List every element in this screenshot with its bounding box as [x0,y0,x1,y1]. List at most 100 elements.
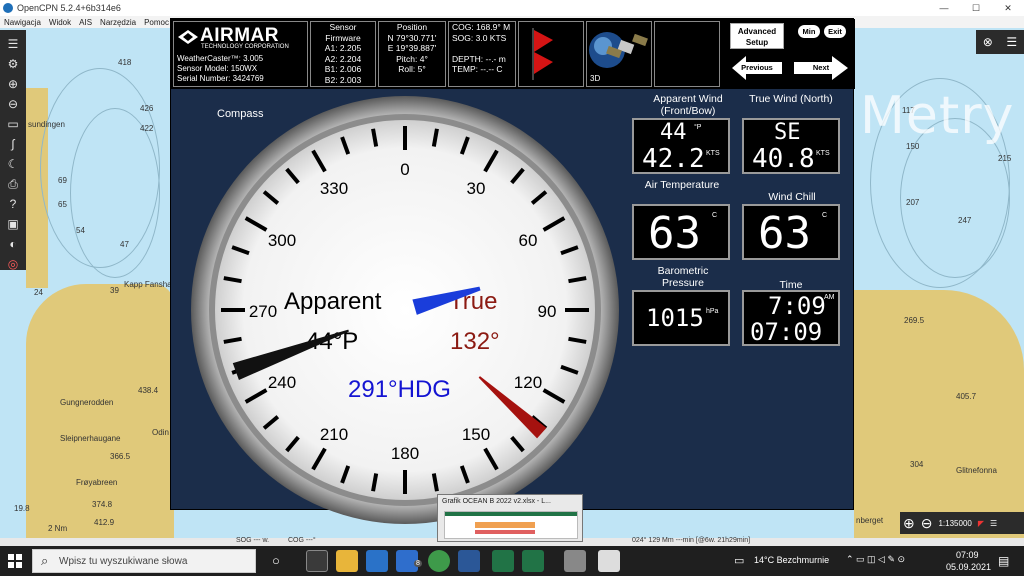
place-name: Odin [152,428,169,437]
flag-button[interactable] [518,21,584,87]
air-temp-label: Air Temperature [644,179,720,191]
wind-compass-gauge: 0 30 60 90 120 150 180 210 240 270 300 330 Apparent… [191,96,619,524]
ship-icon[interactable]: ◤ [978,519,984,528]
lifebuoy-icon[interactable]: ◎ [4,255,22,273]
zoom-in-icon[interactable]: ⊕ [4,75,22,93]
air-temp-unit: C [712,212,718,219]
clock-date[interactable]: 05.09.2021 [946,562,991,572]
print-icon[interactable]: ⎙ [4,175,22,193]
panel-header: AIRMAR TECHNOLOGY CORPORATION WeatherCas… [171,19,855,89]
previous-label: Previous [741,63,773,72]
apparent-wind-speed-unit: KTS [706,150,720,157]
tide-icon[interactable]: ☾ [4,155,22,173]
depth-sounding: 54 [76,226,85,235]
scale-label: 1:135000 [938,518,972,528]
weather-icon: ▭ [734,555,745,567]
menu-pomoc[interactable]: Pomoc [144,18,169,27]
brand-subtitle: TECHNOLOGY CORPORATION [201,44,289,50]
time-ampm: AM [824,294,835,301]
taskbar-app-other[interactable] [598,550,620,572]
sog-line: SOG: 3.0 KTS [452,32,507,43]
help-icon[interactable]: ? [4,195,22,213]
3d-view-button[interactable]: 3D [586,21,652,87]
gauge-tick-label: 150 [462,425,490,444]
menu-icon[interactable]: ☰ [4,35,22,53]
dashboard-icon[interactable]: ◐ [4,235,22,253]
heading-text: 291°HDG [348,376,451,403]
taskbar-preview[interactable]: Grafik OCEAN B 2022 v2.xlsx - L... [437,494,583,542]
depth-sounding: 418 [118,58,132,67]
route-icon[interactable]: ∫ [4,135,22,153]
compass-rose-icon[interactable]: ⊗ [983,35,993,49]
weather-text[interactable]: 14°C Bezchmurnie [754,555,829,565]
exit-button[interactable]: Exit [824,25,846,38]
taskbar-search[interactable]: ⌕ Wpisz tu wyszukiwane słowa [32,549,256,573]
start-button[interactable] [8,554,22,568]
next-button[interactable]: Next [792,53,850,83]
min-button[interactable]: Min [798,25,820,38]
menu-icon[interactable]: ☰ [990,519,997,528]
zoom-in-icon[interactable]: ⊕ [903,515,915,532]
menu-ais[interactable]: AIS [79,18,92,27]
task-view-icon[interactable]: ○ [272,553,280,568]
previous-button[interactable]: Previous [730,53,784,83]
place-name: Sleipnerhaugane [60,434,121,443]
search-icon: ⌕ [41,553,49,568]
gauge-tick-label: 90 [538,302,557,321]
true-wind-direction: SE [774,120,801,145]
position-line: Pitch: 4° [396,53,428,64]
opencpn-icon [3,3,13,13]
wind-chill-display: 63 C [742,204,840,260]
taskbar-app-1[interactable] [306,550,328,572]
airmar-logo-block: AIRMAR TECHNOLOGY CORPORATION WeatherCas… [173,21,308,87]
depth-contour [70,108,160,278]
chart-icon[interactable]: ▭ [4,115,22,133]
tray-icons[interactable]: ⌃ ▭ ◫ ◁ ✎ ⊙ [846,554,905,565]
baro-unit: hPa [706,308,719,315]
taskbar-app-opencpn[interactable] [564,550,586,572]
menu-nawigacja[interactable]: Nawigacja [4,18,41,27]
airmar-logo-icon [178,30,198,44]
preview-title: Grafik OCEAN B 2022 v2.xlsx - L... [442,498,551,505]
position-line: N 79°30.771' [387,32,437,43]
place-name: Frøyabreen [76,478,118,487]
position-block: Position N 79°30.771' E 19°39.887' Pitch… [378,21,446,87]
search-placeholder: Wpisz tu wyszukiwane słowa [59,556,188,567]
menu-icon[interactable]: ☰ [1006,35,1017,49]
gauge-tick-label: 210 [320,425,348,444]
zoom-out-icon[interactable]: ⊖ [921,515,933,532]
taskbar-app-excel-2[interactable] [522,550,544,572]
true-wind-speed: 40.8 [752,144,815,174]
apparent-wind-display: 44 °P 42.2 KTS [632,118,730,174]
true-wind-label: True Wind (North) [749,93,833,105]
menu-narzedzia[interactable]: Narzędzia [100,18,136,27]
gauge-tick-label: 0 [400,160,409,179]
depth-sounding: 39 [110,286,119,295]
nav-controls: Advanced Setup Min Exit Previous Next [722,21,854,87]
taskbar-app-explorer[interactable] [336,550,358,572]
notification-icon[interactable]: ▤ [998,554,1009,568]
taskbar-app-chrome[interactable] [428,550,450,572]
settings-icon[interactable]: ⚙ [4,55,22,73]
depth-sounding: 304 [910,460,924,469]
baro-label: Barometric Pressure [657,265,709,289]
zoom-out-icon[interactable]: ⊖ [4,95,22,113]
clock-time[interactable]: 07:09 [956,550,979,560]
close-button[interactable]: ✕ [992,0,1024,16]
taskbar-app-excel[interactable] [492,550,514,572]
apparent-wind-label: Apparent Wind (Front/Bow) [653,93,723,117]
true-value: 132° [450,328,500,355]
firmware-line: A1: 2.205 [324,43,362,53]
advanced-setup-button[interactable]: Advanced Setup [730,23,784,49]
spot-height: 438.4 [138,386,159,395]
photo-icon[interactable]: ▣ [4,215,22,233]
spot-height: 374.8 [92,500,113,509]
taskbar-app-word[interactable] [458,550,480,572]
taskbar-app-mail[interactable] [366,550,388,572]
window-title-bar: OpenCPN 5.2.4+6b314e6 — ☐ ✕ [0,0,1024,16]
maximize-button[interactable]: ☐ [960,0,992,16]
menu-widok[interactable]: Widok [49,18,71,27]
apparent-label: Apparent [284,288,382,315]
minimize-button[interactable]: — [928,0,960,16]
